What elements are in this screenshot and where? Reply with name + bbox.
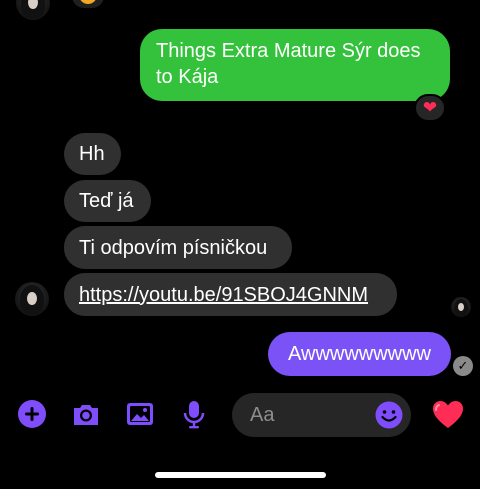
heart-icon[interactable] [431,398,465,432]
reaction-badge[interactable] [72,0,104,8]
message-text: Teď já [79,190,134,212]
heart-reaction-icon[interactable]: ❤ [414,94,446,122]
home-indicator[interactable] [155,472,326,478]
message-input[interactable] [250,393,370,437]
contact-avatar[interactable] [16,0,50,20]
sent-message-bubble[interactable]: Things Extra Mature Sýr does to Kája [140,29,450,101]
message-input-container[interactable] [232,393,411,437]
message-text: Ti odpovím písničkou [79,236,268,259]
received-message-bubble[interactable]: Hh [64,133,121,175]
youtube-link[interactable]: https://youtu.be/91SBOJ4GNNM [79,282,368,308]
sender-avatar[interactable] [15,282,49,316]
seen-avatar [451,297,471,317]
camera-icon[interactable] [70,398,102,430]
image-icon[interactable] [124,398,156,430]
plus-icon[interactable] [16,398,48,430]
message-text: Hh [79,143,105,165]
received-link-bubble[interactable]: https://youtu.be/91SBOJ4GNNM [64,273,397,316]
received-message-bubble[interactable]: Teď já [64,180,151,222]
emoji-icon[interactable] [374,400,404,430]
checkmark-icon: ✓ [453,356,473,376]
sent-message-bubble[interactable]: Awwwwwwwww [268,332,451,376]
received-message-bubble[interactable]: Ti odpovím písničkou [64,226,292,269]
microphone-icon[interactable] [178,398,210,430]
